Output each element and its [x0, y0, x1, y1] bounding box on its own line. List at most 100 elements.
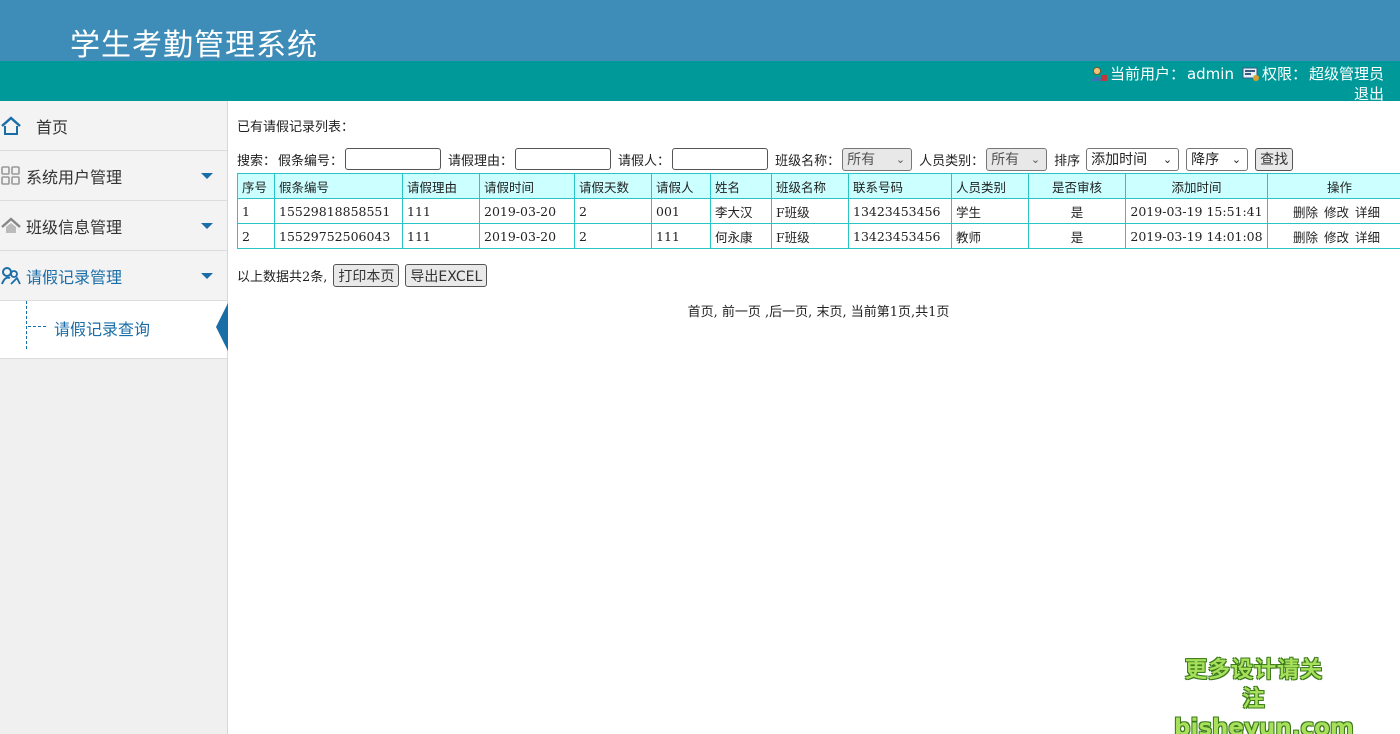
cell-type: 学生 — [951, 198, 1029, 224]
chevron-down-icon: ⌄ — [1231, 152, 1242, 166]
sidebar-subitem-leave-query[interactable]: 请假记录查询 — [0, 301, 228, 359]
cell-name: 李大汉 — [710, 198, 772, 224]
reason-input[interactable] — [515, 148, 612, 170]
chevron-down-icon: ⌄ — [895, 152, 906, 166]
cell-leave-no: 15529752506043 — [274, 223, 403, 249]
user-info: 当前用户： admin 权限： 超级管理员 — [1090, 63, 1384, 84]
chevron-down-icon — [201, 273, 213, 279]
type-select[interactable]: 所有 ⌄ — [986, 147, 1048, 171]
home-icon — [0, 115, 22, 137]
column-header: 请假时间 — [479, 173, 575, 199]
edit-link[interactable]: 修改 — [1324, 205, 1349, 220]
leave-records-table: 序号 假条编号 请假理由 请假时间 请假天数 请假人 姓名 班级名称 联系号码 … — [237, 173, 1400, 249]
users-icon — [0, 265, 22, 287]
cell-leave-date: 2019-03-20 — [479, 198, 575, 224]
edit-link[interactable]: 修改 — [1324, 230, 1349, 245]
sidebar-item-label: 系统用户管理 — [26, 167, 123, 187]
table-row: 1 15529818858551 111 2019-03-20 2 001 李大… — [237, 198, 1400, 224]
cell-approved: 是 — [1028, 223, 1126, 249]
cell-index: 1 — [237, 198, 275, 224]
next-page-link[interactable]: ,后一页, — [765, 305, 812, 320]
cell-person: 111 — [651, 223, 711, 249]
sidebar-item-user-management[interactable]: 系统用户管理 — [0, 151, 227, 201]
list-title: 已有请假记录列表： — [237, 120, 355, 135]
logout-link[interactable]: 退出 — [1354, 83, 1384, 104]
watermark-line1: 更多设计请关注 — [1184, 658, 1323, 712]
table-row: 2 15529752506043 111 2019-03-20 2 111 何永… — [237, 223, 1400, 249]
sort-label: 排序 — [1054, 153, 1081, 169]
last-page-link[interactable]: 末页, — [816, 305, 846, 320]
prev-page-link[interactable]: 前一页 — [722, 305, 761, 320]
active-marker-icon — [216, 303, 228, 351]
type-select-value: 所有 — [991, 152, 1020, 168]
column-header: 联系号码 — [848, 173, 952, 199]
cell-reason: 111 — [402, 223, 480, 249]
chevron-down-icon — [201, 223, 213, 229]
tree-line — [26, 301, 27, 349]
sort-order-value: 降序 — [1191, 152, 1220, 168]
find-button[interactable]: 查找 — [1255, 147, 1294, 171]
cell-person: 001 — [651, 198, 711, 224]
sort-field-select[interactable]: 添加时间 ⌄ — [1086, 147, 1180, 171]
sidebar-subitem-label[interactable]: 请假记录查询 — [54, 316, 150, 340]
sidebar-item-label: 首页 — [36, 117, 69, 137]
permission-label: 权限： — [1261, 65, 1307, 83]
person-label: 请假人： — [618, 153, 671, 169]
delete-link[interactable]: 删除 — [1293, 230, 1318, 245]
cell-phone: 13423453456 — [848, 198, 952, 224]
detail-link[interactable]: 详细 — [1355, 205, 1380, 220]
pagination: 首页, 前一页 ,后一页, 末页, 当前第1页,共1页 — [237, 301, 1400, 320]
delete-link[interactable]: 删除 — [1293, 205, 1318, 220]
person-input[interactable] — [672, 148, 769, 170]
cell-approved: 是 — [1028, 198, 1126, 224]
permission-icon — [1242, 66, 1260, 82]
sidebar-item-class-management[interactable]: 班级信息管理 — [0, 201, 227, 251]
sort-order-select[interactable]: 降序 ⌄ — [1186, 147, 1249, 171]
class-label: 班级名称： — [775, 153, 841, 169]
user-info-bar: 当前用户： admin 权限： 超级管理员 退出 — [0, 61, 1400, 104]
search-bar: 搜索： 假条编号： 请假理由： 请假人： 班级名称： 所有 ⌄ 人员类别： 所有… — [237, 147, 1294, 171]
cell-type: 教师 — [951, 223, 1029, 249]
column-header: 人员类别 — [951, 173, 1029, 199]
cell-phone: 13423453456 — [848, 223, 952, 249]
column-header: 添加时间 — [1125, 173, 1268, 199]
cell-leave-date: 2019-03-20 — [479, 223, 575, 249]
sidebar-item-home[interactable]: 首页 — [0, 101, 227, 151]
cell-days: 2 — [574, 198, 652, 224]
sidebar: 首页 系统用户管理 班级信息管理 请假记录管理 请假记录查询 — [0, 101, 228, 734]
tree-branch — [28, 326, 46, 327]
export-excel-button[interactable]: 导出EXCEL — [405, 264, 488, 287]
column-header: 请假天数 — [574, 173, 652, 199]
cell-leave-no: 15529818858551 — [274, 198, 403, 224]
permission-value: 超级管理员 — [1308, 65, 1384, 83]
type-label: 人员类别： — [919, 153, 985, 169]
current-user-name: admin — [1186, 64, 1234, 83]
watermark: 更多设计请关注 bisheyun.com — [1174, 656, 1354, 734]
cell-actions: 删除 修改 详细 — [1267, 198, 1400, 224]
class-select[interactable]: 所有 ⌄ — [842, 147, 913, 171]
sidebar-item-leave-management[interactable]: 请假记录管理 — [0, 251, 227, 301]
watermark-line2: bisheyun.com — [1174, 715, 1354, 734]
leave-no-input[interactable] — [345, 148, 442, 170]
sidebar-item-label: 班级信息管理 — [26, 217, 123, 237]
column-header: 请假人 — [651, 173, 711, 199]
column-header: 班级名称 — [771, 173, 849, 199]
cell-reason: 111 — [402, 198, 480, 224]
column-header: 假条编号 — [274, 173, 403, 199]
print-button[interactable]: 打印本页 — [333, 264, 400, 287]
detail-link[interactable]: 详细 — [1355, 230, 1380, 245]
first-page-link[interactable]: 首页, — [688, 305, 718, 320]
class-select-value: 所有 — [847, 152, 876, 168]
cell-added-time: 2019-03-19 15:51:41 — [1125, 198, 1268, 224]
column-header: 请假理由 — [402, 173, 480, 199]
chevron-down-icon: ⌄ — [1030, 152, 1041, 166]
search-label: 搜索： — [237, 153, 277, 169]
column-header: 是否审核 — [1028, 173, 1126, 199]
grid-icon — [0, 165, 22, 187]
reason-label: 请假理由： — [448, 153, 514, 169]
sidebar-item-label: 请假记录管理 — [26, 267, 123, 287]
page-info: 当前第1页,共1页 — [850, 305, 950, 320]
user-icon — [1090, 66, 1108, 82]
leave-no-label: 假条编号： — [278, 153, 344, 169]
house-icon — [0, 215, 22, 237]
